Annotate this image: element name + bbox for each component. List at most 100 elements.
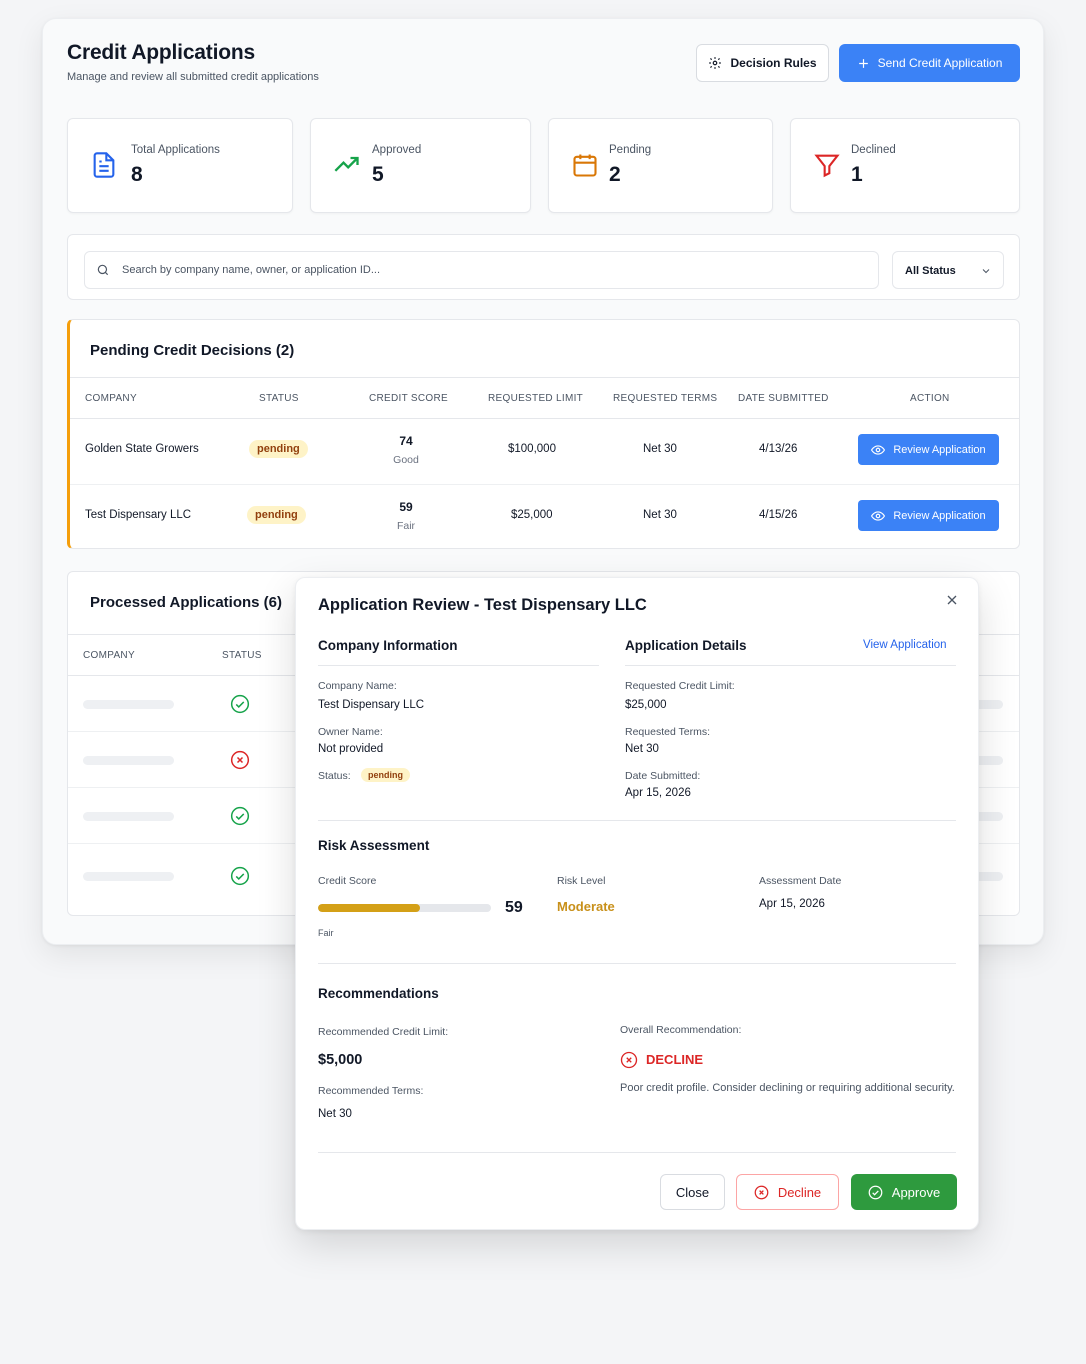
risk-level-label: Risk Level bbox=[557, 875, 606, 887]
search-input[interactable]: Search by company name, owner, or applic… bbox=[84, 251, 879, 289]
credit-score-value: 59 bbox=[399, 500, 413, 514]
company-info-title: Company Information bbox=[318, 638, 458, 653]
divider bbox=[318, 963, 956, 964]
close-icon[interactable] bbox=[944, 592, 960, 608]
stat-total-applications: Total Applications 8 bbox=[67, 118, 293, 213]
calendar-icon bbox=[573, 154, 597, 177]
stat-value: 1 bbox=[851, 163, 863, 186]
application-details-title: Application Details bbox=[625, 638, 747, 653]
credit-score: 59 Fair bbox=[376, 500, 436, 532]
x-circle-icon bbox=[754, 1185, 769, 1199]
decline-button-label: Decline bbox=[777, 1184, 822, 1200]
stat-label: Declined bbox=[851, 144, 896, 156]
company-name-value: Test Dispensary LLC bbox=[318, 699, 425, 711]
eye-icon bbox=[871, 510, 886, 521]
x-circle-icon bbox=[230, 750, 250, 770]
decision-rules-label: Decision Rules bbox=[730, 56, 817, 70]
requested-terms: Net 30 bbox=[643, 443, 677, 455]
recommendation-note: Poor credit profile. Consider declining … bbox=[620, 1082, 955, 1094]
recommended-terms-label: Recommended Terms: bbox=[318, 1085, 424, 1097]
credit-score-desc: Fair bbox=[318, 928, 334, 938]
stat-value: 2 bbox=[609, 163, 621, 186]
view-application-link[interactable]: View Application bbox=[863, 639, 947, 651]
decline-button[interactable]: Decline bbox=[736, 1174, 839, 1210]
company-name: Golden State Growers bbox=[85, 443, 199, 455]
recommended-limit-value: $5,000 bbox=[318, 1052, 363, 1068]
trending-up-icon bbox=[334, 156, 359, 172]
table-row: Golden State Growers pending 74 Good $10… bbox=[70, 419, 1019, 485]
loading-placeholder bbox=[83, 756, 174, 765]
risk-level-value: Moderate bbox=[557, 899, 615, 914]
owner-name-value: Not provided bbox=[318, 743, 384, 755]
loading-placeholder bbox=[83, 700, 174, 709]
send-credit-application-button[interactable]: Send Credit Application bbox=[839, 44, 1020, 82]
divider bbox=[625, 665, 956, 666]
date-submitted-label: Date Submitted: bbox=[625, 770, 701, 782]
approve-button[interactable]: Approve bbox=[851, 1174, 957, 1210]
column-header: COMPANY bbox=[83, 650, 135, 661]
close-button[interactable]: Close bbox=[660, 1174, 725, 1210]
check-circle-icon bbox=[868, 1185, 883, 1199]
x-circle-icon bbox=[620, 1051, 638, 1069]
review-application-button[interactable]: Review Application bbox=[858, 434, 999, 465]
application-review-modal: Application Review - Test Dispensary LLC… bbox=[295, 577, 979, 1230]
status-badge: pending bbox=[249, 440, 308, 458]
divider bbox=[318, 1152, 956, 1153]
credit-score-label: Credit Score bbox=[318, 875, 377, 887]
stat-label: Pending bbox=[609, 144, 652, 156]
gear-icon bbox=[709, 57, 722, 69]
chevron-down-icon bbox=[982, 269, 990, 274]
credit-score-label: Good bbox=[393, 454, 419, 466]
status-badge: pending bbox=[247, 506, 306, 524]
column-header: ACTION bbox=[910, 393, 950, 404]
date-submitted-value: Apr 15, 2026 bbox=[625, 787, 691, 799]
stat-pending: Pending 2 bbox=[548, 118, 773, 213]
credit-score-bar-fill bbox=[318, 904, 421, 912]
modal-title: Application Review - Test Dispensary LLC bbox=[318, 596, 647, 614]
assessment-date-value: Apr 15, 2026 bbox=[759, 898, 825, 910]
credit-score-value: 59 bbox=[505, 899, 523, 916]
check-circle-icon bbox=[230, 806, 250, 826]
company-name-label: Company Name: bbox=[318, 680, 397, 692]
divider bbox=[318, 820, 956, 821]
recommendations-title: Recommendations bbox=[318, 986, 439, 1001]
column-header: STATUS bbox=[259, 393, 299, 404]
check-circle-icon bbox=[230, 866, 250, 886]
pending-decisions-card: Pending Credit Decisions (2) COMPANY STA… bbox=[67, 319, 1020, 549]
search-placeholder: Search by company name, owner, or applic… bbox=[122, 264, 381, 276]
decision-rules-button[interactable]: Decision Rules bbox=[696, 44, 829, 82]
status-label: Status: bbox=[318, 770, 351, 782]
review-application-label: Review Application bbox=[893, 443, 986, 456]
page-title: Credit Applications bbox=[67, 41, 255, 64]
close-button-label: Close bbox=[675, 1184, 710, 1200]
status-filter-select[interactable]: All Status bbox=[892, 251, 1004, 289]
column-header: REQUESTED LIMIT bbox=[488, 393, 584, 404]
send-credit-application-label: Send Credit Application bbox=[877, 56, 1003, 70]
eye-icon bbox=[871, 444, 886, 455]
status-filter-value: All Status bbox=[905, 265, 956, 277]
company-name: Test Dispensary LLC bbox=[85, 509, 192, 521]
review-application-button[interactable]: Review Application bbox=[858, 500, 999, 531]
table-row: Test Dispensary LLC pending 59 Fair $25,… bbox=[70, 485, 1019, 548]
filter-icon bbox=[814, 154, 840, 178]
date-submitted: 4/15/26 bbox=[759, 509, 798, 521]
credit-score-value: 74 bbox=[399, 434, 413, 448]
review-application-label: Review Application bbox=[893, 509, 986, 522]
pending-table-header: COMPANY STATUS CREDIT SCORE REQUESTED LI… bbox=[70, 377, 1019, 419]
search-filter-bar: Search by company name, owner, or applic… bbox=[67, 234, 1020, 300]
owner-name-label: Owner Name: bbox=[318, 726, 383, 738]
date-submitted: 4/13/26 bbox=[759, 443, 798, 455]
stat-label: Approved bbox=[372, 144, 422, 156]
overall-recommendation-label: Overall Recommendation: bbox=[620, 1024, 742, 1036]
column-header: REQUESTED TERMS bbox=[613, 393, 718, 404]
credit-score-label: Fair bbox=[396, 520, 416, 532]
risk-assessment-title: Risk Assessment bbox=[318, 838, 430, 853]
credit-score-bar bbox=[318, 904, 491, 912]
requested-limit-label: Requested Credit Limit: bbox=[625, 680, 735, 692]
requested-limit: $25,000 bbox=[511, 509, 553, 521]
stat-value: 8 bbox=[131, 163, 143, 186]
recommended-terms-value: Net 30 bbox=[318, 1108, 352, 1120]
column-header: CREDIT SCORE bbox=[369, 393, 448, 404]
divider bbox=[318, 665, 599, 666]
search-icon bbox=[97, 264, 109, 276]
